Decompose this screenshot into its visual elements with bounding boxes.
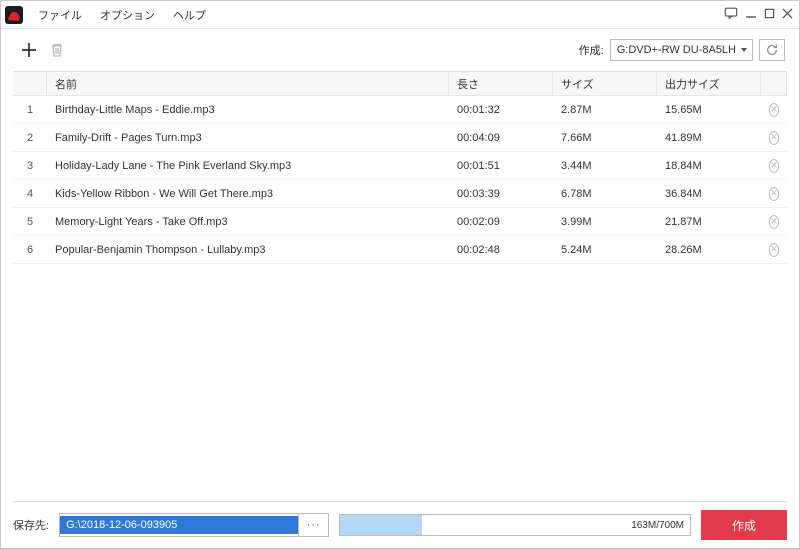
create-button[interactable]: 作成 xyxy=(701,510,787,540)
row-index: 2 xyxy=(13,132,47,144)
row-index: 6 xyxy=(13,244,47,256)
app-logo-icon xyxy=(5,6,23,24)
col-output-size[interactable]: 出力サイズ xyxy=(657,72,761,95)
disc-usage-bar: 163M/700M xyxy=(339,514,691,536)
remove-row-icon[interactable]: ✕ xyxy=(769,131,779,145)
add-button[interactable] xyxy=(15,36,43,64)
row-name: Holiday-Lady Lane - The Pink Everland Sk… xyxy=(47,160,449,172)
table-header: 名前 長さ サイズ 出力サイズ xyxy=(13,72,787,96)
row-size: 3.44M xyxy=(553,160,657,172)
row-length: 00:03:39 xyxy=(449,188,553,200)
col-length[interactable]: 長さ xyxy=(449,72,553,95)
row-index: 4 xyxy=(13,188,47,200)
table-row[interactable]: 6Popular-Benjamin Thompson - Lullaby.mp3… xyxy=(13,236,787,264)
row-length: 00:04:09 xyxy=(449,132,553,144)
row-index: 5 xyxy=(13,216,47,228)
row-output-size: 21.87M xyxy=(657,216,761,228)
row-output-size: 36.84M xyxy=(657,188,761,200)
row-output-size: 18.84M xyxy=(657,160,761,172)
row-index: 1 xyxy=(13,104,47,116)
close-icon[interactable] xyxy=(782,8,793,22)
row-size: 5.24M xyxy=(553,244,657,256)
row-size: 6.78M xyxy=(553,188,657,200)
refresh-button[interactable] xyxy=(759,39,785,61)
row-size: 2.87M xyxy=(553,104,657,116)
row-name: Kids-Yellow Ribbon - We Will Get There.m… xyxy=(47,188,449,200)
row-name: Family-Drift - Pages Turn.mp3 xyxy=(47,132,449,144)
row-length: 00:01:32 xyxy=(449,104,553,116)
row-name: Birthday-Little Maps - Eddie.mp3 xyxy=(47,104,449,116)
disc-usage-fill xyxy=(340,515,422,535)
row-size: 3.99M xyxy=(553,216,657,228)
delete-button[interactable] xyxy=(43,36,71,64)
row-name: Memory-Light Years - Take Off.mp3 xyxy=(47,216,449,228)
col-name[interactable]: 名前 xyxy=(47,72,449,95)
remove-row-icon[interactable]: ✕ xyxy=(769,243,779,257)
maximize-icon[interactable] xyxy=(764,8,775,22)
row-output-size: 15.65M xyxy=(657,104,761,116)
feedback-icon[interactable] xyxy=(724,6,738,23)
row-index: 3 xyxy=(13,160,47,172)
browse-button[interactable]: ··· xyxy=(298,514,328,536)
table-row[interactable]: 2Family-Drift - Pages Turn.mp300:04:097.… xyxy=(13,124,787,152)
remove-row-icon[interactable]: ✕ xyxy=(769,159,779,173)
col-index xyxy=(13,72,47,95)
menu-options[interactable]: オプション xyxy=(91,3,164,27)
row-name: Popular-Benjamin Thompson - Lullaby.mp3 xyxy=(47,244,449,256)
remove-row-icon[interactable]: ✕ xyxy=(769,103,779,117)
row-size: 7.66M xyxy=(553,132,657,144)
save-path-field: ··· xyxy=(59,513,329,537)
menu-file[interactable]: ファイル xyxy=(29,3,91,27)
col-actions xyxy=(761,72,787,95)
remove-row-icon[interactable]: ✕ xyxy=(769,215,779,229)
footer: 保存先: ··· 163M/700M 作成 xyxy=(1,502,799,548)
disc-usage-text: 163M/700M xyxy=(631,515,684,535)
create-drive-label: 作成: xyxy=(579,42,604,58)
menu-help[interactable]: ヘルプ xyxy=(164,3,215,27)
row-output-size: 28.26M xyxy=(657,244,761,256)
table-row[interactable]: 3Holiday-Lady Lane - The Pink Everland S… xyxy=(13,152,787,180)
row-length: 00:02:09 xyxy=(449,216,553,228)
file-table: 名前 長さ サイズ 出力サイズ 1Birthday-Little Maps - … xyxy=(13,71,787,502)
toolbar: 作成: G:DVD+-RW DU-8A5LH xyxy=(1,29,799,71)
save-to-label: 保存先: xyxy=(13,517,49,533)
titlebar: ファイル オプション ヘルプ xyxy=(1,1,799,29)
drive-select-value: G:DVD+-RW DU-8A5LH xyxy=(617,44,736,56)
minimize-icon[interactable] xyxy=(745,7,757,22)
row-length: 00:02:48 xyxy=(449,244,553,256)
save-path-input[interactable] xyxy=(60,516,298,534)
row-length: 00:01:51 xyxy=(449,160,553,172)
table-row[interactable]: 5Memory-Light Years - Take Off.mp300:02:… xyxy=(13,208,787,236)
row-output-size: 41.89M xyxy=(657,132,761,144)
remove-row-icon[interactable]: ✕ xyxy=(769,187,779,201)
table-row[interactable]: 1Birthday-Little Maps - Eddie.mp300:01:3… xyxy=(13,96,787,124)
col-size[interactable]: サイズ xyxy=(553,72,657,95)
table-row[interactable]: 4Kids-Yellow Ribbon - We Will Get There.… xyxy=(13,180,787,208)
drive-select[interactable]: G:DVD+-RW DU-8A5LH xyxy=(610,39,753,61)
